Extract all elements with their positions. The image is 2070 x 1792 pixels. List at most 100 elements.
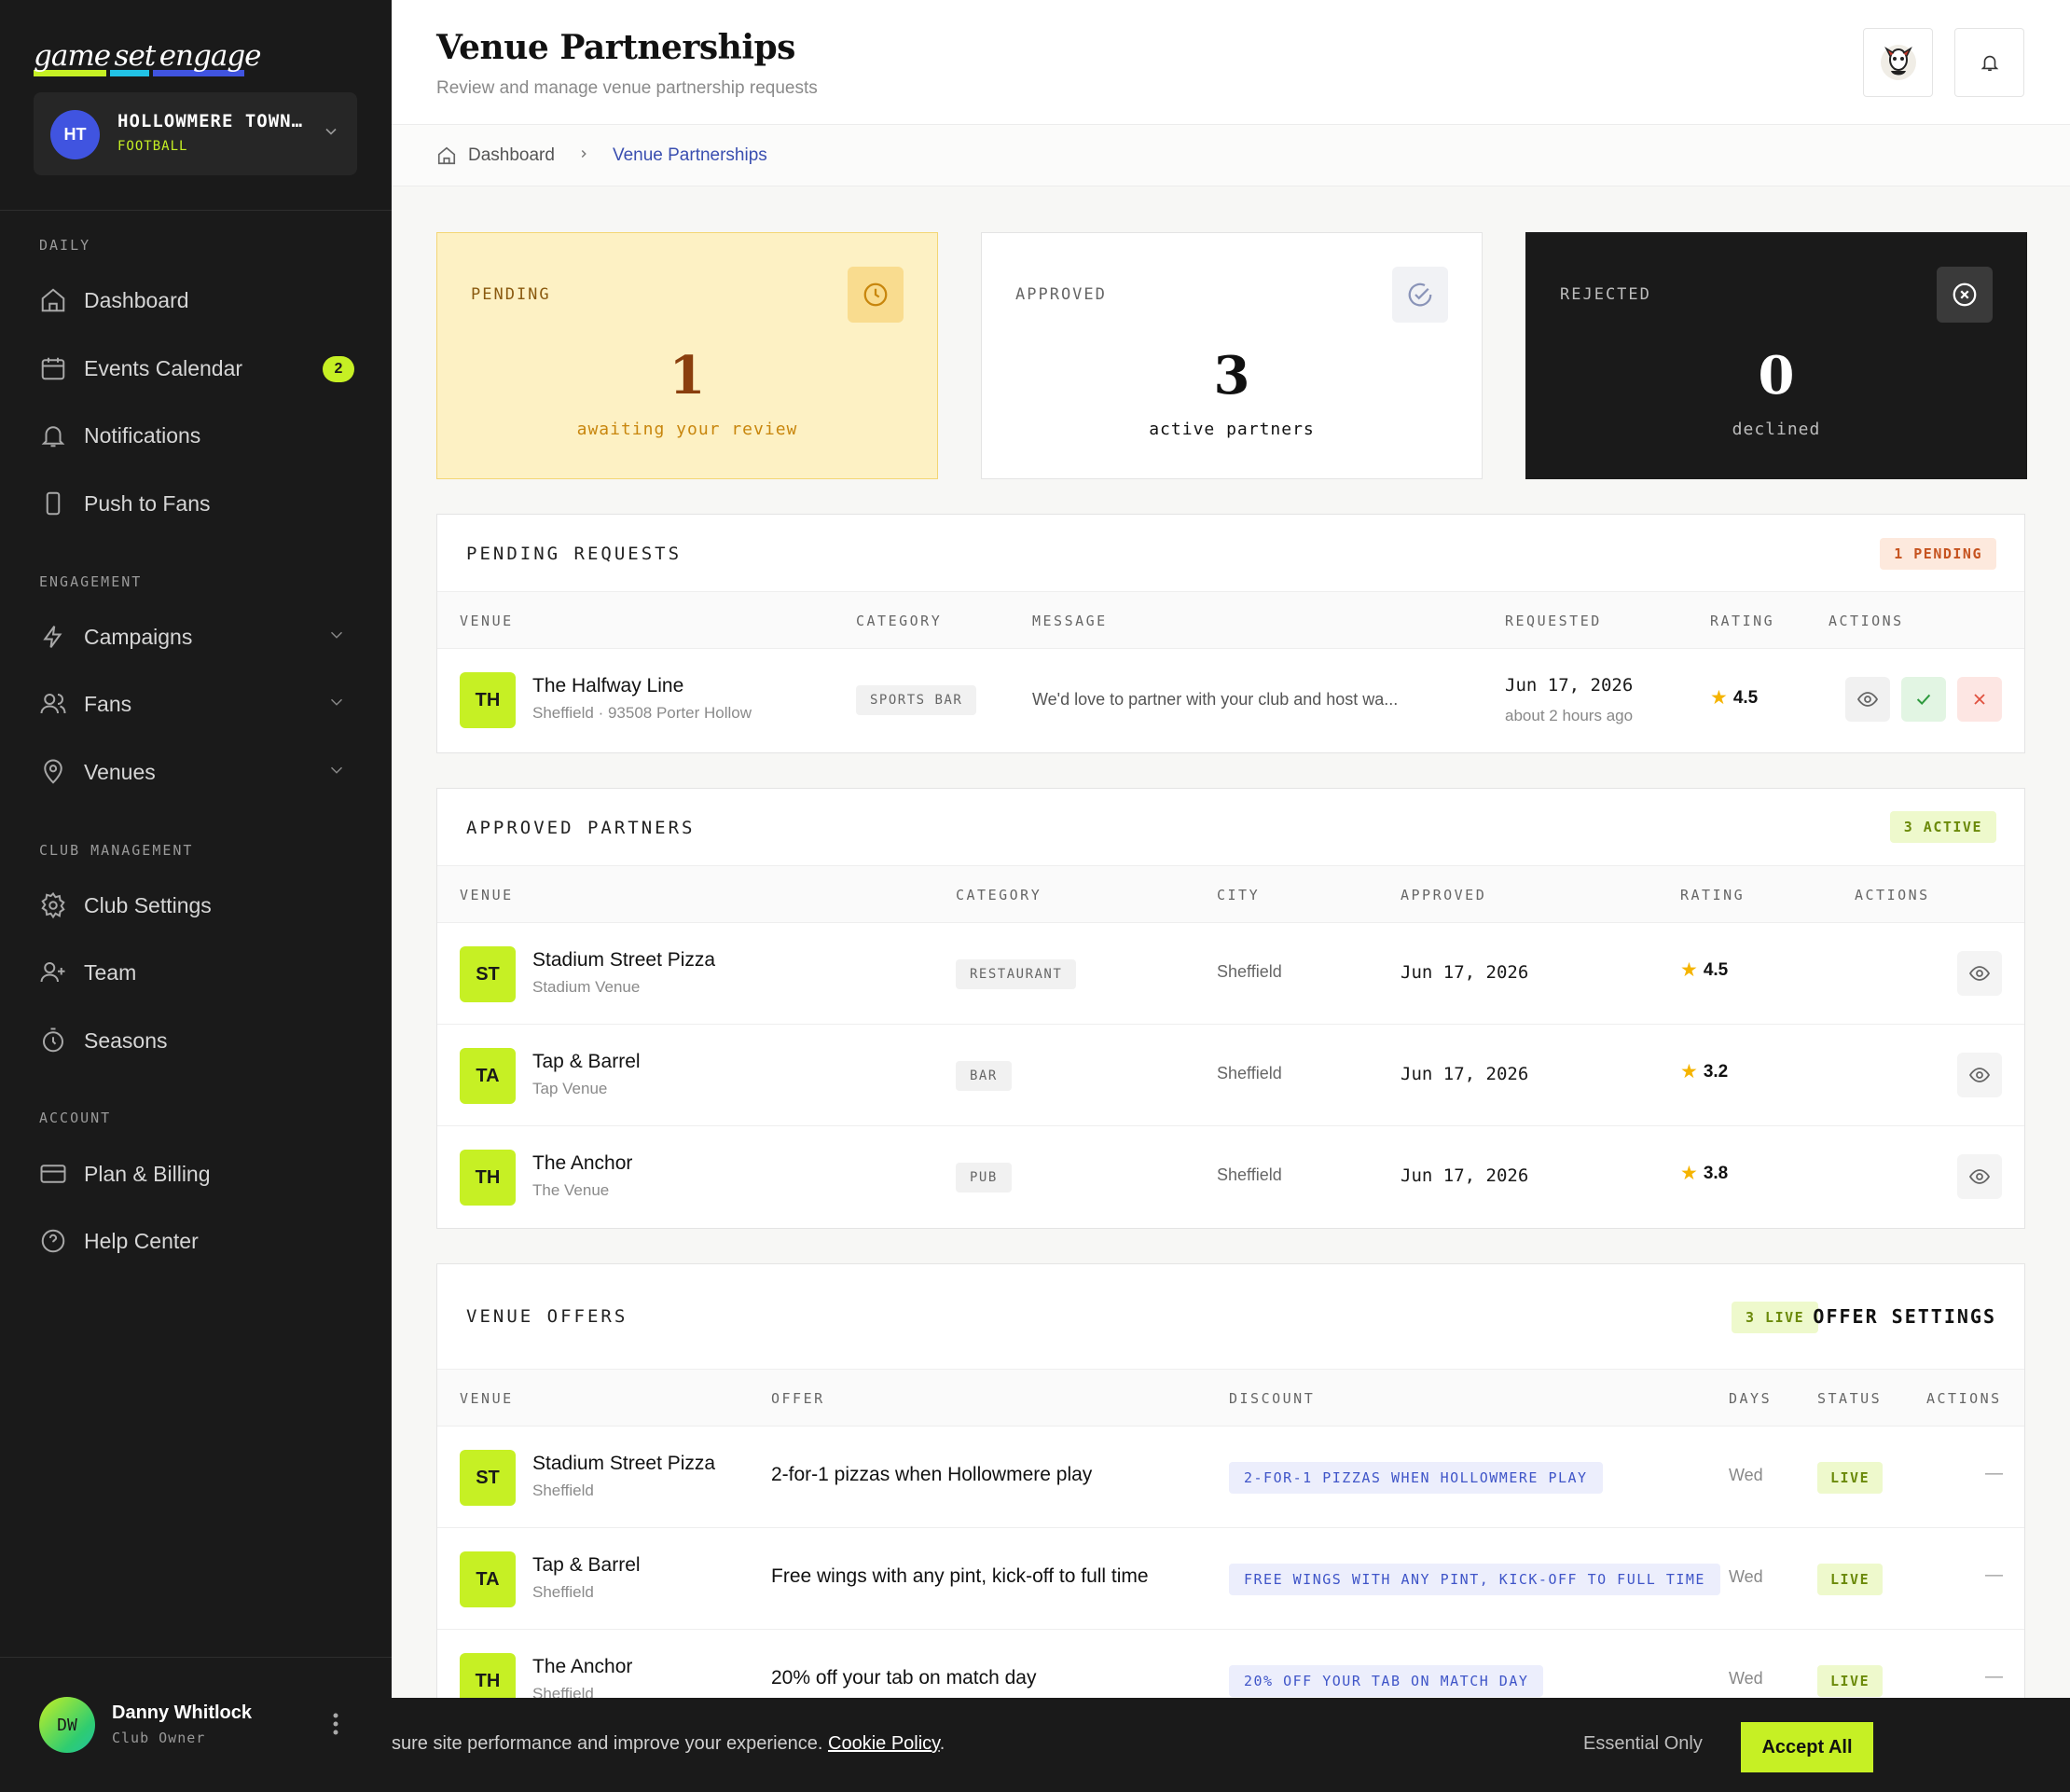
column-header: VENUE: [460, 613, 514, 629]
breadcrumb: Dashboard Venue Partnerships: [392, 125, 2070, 186]
reject-button[interactable]: [1957, 677, 2002, 722]
request-relative-time: about 2 hours ago: [1505, 707, 1634, 724]
venue-rating: ★ 3.2: [1680, 1060, 1728, 1083]
chevron-down-icon: [326, 692, 347, 717]
sidebar-item-label: Help Center: [84, 1228, 199, 1253]
view-button[interactable]: [1845, 677, 1890, 722]
cookie-text: sure site performance and improve your e…: [392, 1733, 945, 1755]
page-header: Venue Partnerships Review and manage ven…: [392, 0, 2070, 125]
view-button[interactable]: [1957, 951, 2002, 996]
user-role: Club Owner: [112, 1730, 206, 1746]
column-header: MESSAGE: [1032, 613, 1108, 629]
star-icon: ★: [1680, 1163, 1698, 1184]
status-badge: LIVE: [1817, 1564, 1884, 1595]
approved-date: Jun 17, 2026: [1401, 962, 1529, 983]
clock-icon: [848, 267, 904, 323]
stat-caption: awaiting your review: [576, 420, 798, 439]
sidebar-item-club-settings[interactable]: Club Settings: [39, 882, 356, 929]
venue-city: Sheffield: [1217, 962, 1282, 981]
sidebar-item-label: Campaigns: [84, 624, 193, 649]
table-row: TH The Halfway Line Sheffield · 93508 Po…: [437, 649, 2024, 751]
table-header: VENUE CATEGORY CITY APPROVED RATING ACTI…: [437, 865, 2024, 923]
sidebar-item-dashboard[interactable]: Dashboard: [39, 277, 356, 324]
mascot-avatar-icon: [1880, 45, 1916, 80]
table-row: ST Stadium Street Pizza Stadium Venue RE…: [437, 923, 2024, 1025]
sidebar-item-fans[interactable]: Fans: [39, 681, 356, 727]
user-avatar[interactable]: DW: [39, 1697, 95, 1753]
venue-name[interactable]: Stadium Street Pizza: [532, 1453, 715, 1475]
venue-city: Sheffield: [1217, 1165, 1282, 1184]
table-row: TA Tap & Barrel Tap Venue BAR Sheffield …: [437, 1025, 2024, 1126]
cookie-policy-link[interactable]: Cookie Policy: [828, 1733, 940, 1754]
venue-name[interactable]: Stadium Street Pizza: [532, 949, 715, 972]
user-plus-icon: [40, 962, 65, 983]
table-row: TH The Anchor The Venue PUB Sheffield Ju…: [437, 1126, 2024, 1228]
sidebar-item-team[interactable]: Team: [39, 949, 356, 996]
sidebar-divider: [0, 1657, 392, 1658]
approve-button[interactable]: [1901, 677, 1946, 722]
venue-name[interactable]: The Anchor: [532, 1152, 632, 1175]
brand-logo[interactable]: game set engage: [34, 39, 262, 78]
sidebar-item-help-center[interactable]: Help Center: [39, 1218, 356, 1264]
sidebar-item-plan-billing[interactable]: Plan & Billing: [39, 1151, 356, 1197]
org-sport: FOOTBALL: [117, 139, 188, 154]
venue-avatar: ST: [460, 946, 516, 1002]
sidebar-item-label: Notifications: [84, 422, 201, 448]
table-row: ST Stadium Street Pizza Sheffield 2-for-…: [437, 1427, 2024, 1528]
help-circle-icon: [41, 1229, 65, 1253]
gear-icon: [41, 891, 65, 919]
sidebar-item-venues[interactable]: Venues: [39, 749, 356, 795]
accept-all-button[interactable]: Accept All: [1741, 1722, 1873, 1772]
venue-city: Sheffield: [532, 1583, 594, 1601]
stat-card-pending: PENDING 1 awaiting your review: [436, 232, 938, 479]
venue-avatar: TH: [460, 672, 516, 728]
home-icon: [41, 288, 65, 312]
profile-avatar-button[interactable]: [1863, 28, 1933, 97]
venue-name[interactable]: The Halfway Line: [532, 675, 683, 697]
column-header: DAYS: [1729, 1390, 1773, 1407]
stat-card-rejected: REJECTED 0 declined: [1525, 232, 2027, 479]
panel-title: PENDING REQUESTS: [466, 544, 683, 564]
star-icon: ★: [1680, 1061, 1698, 1082]
essential-only-button[interactable]: Essential Only: [1583, 1733, 1703, 1755]
view-button[interactable]: [1957, 1053, 2002, 1097]
approved-date: Jun 17, 2026: [1401, 1165, 1529, 1186]
column-header: ACTIONS: [1855, 887, 1930, 903]
eye-icon: [1968, 966, 1991, 981]
breadcrumb-dashboard[interactable]: Dashboard: [468, 145, 555, 166]
venue-name[interactable]: The Anchor: [532, 1656, 632, 1678]
active-count-badge: 3 ACTIVE: [1889, 811, 1996, 843]
view-button[interactable]: [1957, 1154, 2002, 1199]
offer-settings-link[interactable]: OFFER SETTINGS: [1813, 1305, 1996, 1328]
bell-icon: [1980, 55, 1998, 72]
notifications-button[interactable]: [1954, 28, 2024, 97]
venue-name[interactable]: Tap & Barrel: [532, 1051, 641, 1073]
sidebar-item-notifications[interactable]: Notifications: [39, 412, 356, 459]
more-vertical-icon[interactable]: [332, 1712, 339, 1743]
section-engagement: ENGAGEMENT: [39, 573, 143, 590]
section-club-management: CLUB MANAGEMENT: [39, 842, 194, 859]
sidebar-item-push-to-fans[interactable]: Push to Fans: [39, 480, 356, 527]
table-row: TA Tap & Barrel Sheffield Free wings wit…: [437, 1528, 2024, 1630]
bell-icon: [41, 426, 65, 448]
column-header: REQUESTED: [1505, 613, 1602, 629]
column-header: VENUE: [460, 1390, 514, 1407]
venue-avatar: TH: [460, 1150, 516, 1206]
x-circle-icon: [1937, 267, 1993, 323]
stat-caption: declined: [1732, 420, 1821, 439]
column-header: DISCOUNT: [1229, 1390, 1316, 1407]
sidebar-item-campaigns[interactable]: Campaigns: [39, 613, 356, 660]
star-icon: ★: [1680, 959, 1698, 981]
sidebar-item-seasons[interactable]: Seasons: [39, 1017, 356, 1064]
row-actions-placeholder: —: [1985, 1565, 2003, 1585]
sidebar-item-events-calendar[interactable]: Events Calendar 2: [39, 345, 356, 392]
approved-date: Jun 17, 2026: [1401, 1064, 1529, 1084]
table-header: VENUE OFFER DISCOUNT DAYS STATUS ACTIONS: [437, 1369, 2024, 1427]
rating-value: 3.2: [1703, 1061, 1729, 1082]
venue-city: Sheffield: [532, 1482, 594, 1499]
category-tag: RESTAURANT: [956, 959, 1077, 989]
column-header: RATING: [1680, 887, 1746, 903]
org-switcher[interactable]: HT HOLLOWMERE TOWN… FOOTBALL: [34, 92, 357, 175]
row-actions-placeholder: —: [1985, 1667, 2003, 1687]
venue-name[interactable]: Tap & Barrel: [532, 1554, 641, 1577]
